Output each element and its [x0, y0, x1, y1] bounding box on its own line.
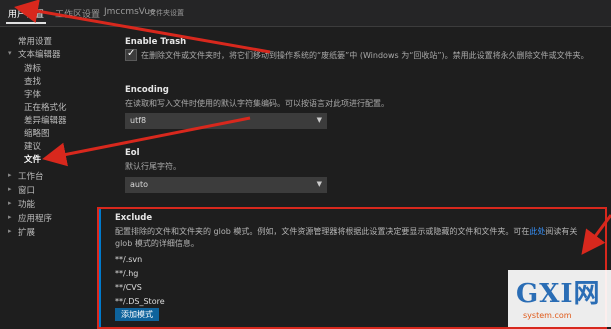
setting-title-eol: Eol [125, 148, 140, 158]
setting-desc-exclude: 配置排除的文件和文件夹的 glob 模式。例如，文件资源管理器将根据此设置决定要… [115, 226, 577, 237]
tree-item-application[interactable]: 应用程序 [18, 212, 52, 224]
add-pattern-button[interactable]: 添加模式 [115, 308, 159, 321]
tree-item-window[interactable]: 窗口 [18, 184, 35, 196]
setting-desc-encoding: 在读取和写入文件时使用的默认字符集编码。可以按语言对此项进行配置。 [125, 99, 389, 108]
setting-title-enable-trash: Enable Trash [125, 37, 187, 47]
tree-item-files[interactable]: 文件 [24, 153, 41, 165]
tab-workspace-settings[interactable]: 工作区设置 [55, 7, 100, 20]
tree-item-minimap[interactable]: 缩略图 [24, 127, 50, 139]
tab-folder-name[interactable]: JmccmsVue [104, 7, 156, 17]
tree-item-diff-editor[interactable]: 差异编辑器 [24, 114, 67, 126]
setting-desc-enable-trash: 在删除文件或文件夹时，将它们移动到操作系统的“废纸篓”中 (Windows 为“… [141, 51, 589, 60]
exclude-pattern-item[interactable]: **/.hg [115, 269, 138, 278]
enable-trash-checkbox[interactable]: ✓ [125, 48, 137, 61]
watermark-url: system.com [523, 311, 572, 320]
chevron-right-icon[interactable]: ▸ [8, 171, 12, 179]
exclude-pattern-item[interactable]: **/.svn [115, 255, 142, 264]
focus-indicator [99, 209, 101, 327]
tree-item-extensions[interactable]: 扩展 [18, 226, 35, 238]
tab-folder-settings[interactable]: 文件夹设置 [149, 8, 184, 18]
chevron-right-icon[interactable]: ▸ [8, 185, 12, 193]
chevron-right-icon[interactable]: ▸ [8, 227, 12, 235]
tree-item-text-editor[interactable]: 文本编辑器 [18, 48, 61, 60]
chevron-down-icon: ▼ [316, 116, 322, 124]
tree-item-find[interactable]: 查找 [24, 75, 41, 87]
eol-select-value: auto [130, 180, 149, 189]
tree-item-formatting[interactable]: 正在格式化 [24, 101, 67, 113]
read-more-link[interactable]: 此处 [529, 227, 545, 236]
encoding-select-value: utf8 [130, 116, 147, 125]
tree-item-suggestions[interactable]: 建议 [24, 140, 41, 152]
setting-title-exclude: Exclude [115, 213, 153, 223]
tree-item-cursor[interactable]: 游标 [24, 62, 41, 74]
tree-item-workbench[interactable]: 工作台 [18, 170, 44, 182]
active-tab-indicator [6, 22, 46, 24]
watermark-logo-text: GXI网 [516, 279, 601, 309]
chevron-right-icon[interactable]: ▸ [8, 213, 12, 221]
encoding-select[interactable]: utf8 ▼ [125, 113, 327, 129]
chevron-right-icon[interactable]: ▸ [8, 199, 12, 207]
desc-text: 配置排除的文件和文件夹的 glob 模式。例如，文件资源管理器将根据此设置决定要… [115, 227, 530, 236]
watermark-logo: GXI网 system.com [508, 270, 611, 327]
tree-item-font[interactable]: 字体 [24, 88, 41, 100]
desc-text: 阅读有关 [545, 227, 578, 236]
tree-item-common[interactable]: 常用设置 [18, 35, 52, 47]
setting-desc-eol: 默认行尾字符。 [125, 162, 181, 171]
exclude-pattern-item[interactable]: **/.DS_Store [115, 297, 165, 306]
eol-select[interactable]: auto ▼ [125, 177, 327, 193]
settings-tab-bar: 用户设置 工作区设置 JmccmsVue 文件夹设置 [0, 0, 611, 27]
chevron-down-icon[interactable]: ▾ [8, 49, 12, 57]
chevron-down-icon: ▼ [316, 180, 322, 188]
tab-user-settings[interactable]: 用户设置 [8, 7, 44, 20]
setting-desc-exclude-line2: glob 模式的详细信息。 [115, 239, 199, 248]
tree-item-features[interactable]: 功能 [18, 198, 35, 210]
exclude-pattern-item[interactable]: **/CVS [115, 283, 142, 292]
check-icon: ✓ [127, 48, 136, 59]
setting-title-encoding: Encoding [125, 85, 169, 95]
